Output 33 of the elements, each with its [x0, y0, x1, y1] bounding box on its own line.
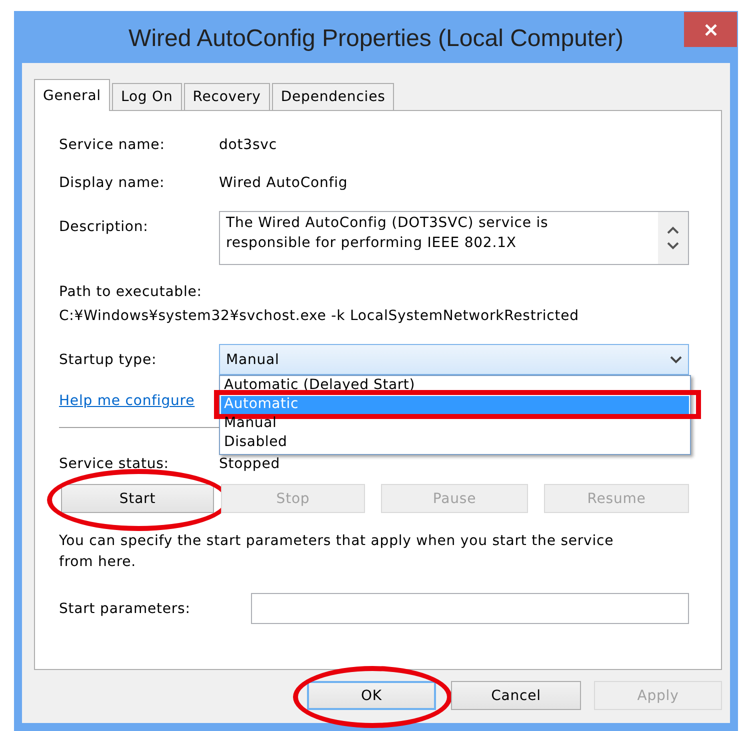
close-button[interactable]: [684, 12, 737, 47]
field-label: Description:: [59, 218, 150, 237]
tab[interactable]: Log On: [112, 83, 182, 110]
dropdown-option[interactable]: Automatic (Delayed Start): [221, 377, 689, 396]
field-value: Wired AutoConfig: [219, 175, 348, 191]
tab[interactable]: Recovery: [184, 83, 270, 110]
window-title: Wired AutoConfig Properties (Local Computer): [128, 24, 624, 53]
tab[interactable]: Dependencies: [272, 83, 394, 110]
close-icon: [704, 22, 718, 36]
start-parameters-field[interactable]: [251, 593, 689, 624]
chevron-down-icon: [670, 356, 682, 364]
dialog-button[interactable]: Cancel: [451, 681, 581, 710]
status-value: Stopped: [219, 456, 280, 472]
dropdown-option[interactable]: Disabled: [221, 434, 689, 453]
dropdown-option[interactable]: Manual: [221, 415, 689, 434]
help-link[interactable]: Help me configure: [59, 393, 195, 409]
field-label: Path to executable:: [59, 284, 202, 300]
dialog-button[interactable]: OK: [307, 681, 436, 710]
field-label: Service status:: [59, 456, 170, 472]
startup-type-dropdown[interactable]: Manual: [219, 344, 689, 375]
description-text: The Wired AutoConfig (DOT3SVC) service is: [226, 214, 550, 233]
field-label: Startup type:: [59, 352, 158, 368]
service-button[interactable]: Start: [61, 484, 214, 513]
field-value: dot3svc: [219, 137, 277, 153]
hint-text: You can specify the start parameters that apply when you start the service from here.: [59, 532, 615, 572]
field-label: Start parameters:: [59, 600, 192, 616]
path-text: C:¥Windows¥system32¥svchost.exe -k LocalSystemNetworkRestricted: [59, 308, 579, 324]
description-text: responsible for performing IEEE 802.1X: [226, 234, 518, 253]
tab[interactable]: General: [34, 79, 110, 111]
scroll-down-icon[interactable]: [667, 242, 679, 250]
field-label: Service name:: [59, 137, 166, 153]
scroll-up-icon[interactable]: [667, 226, 679, 234]
field-label: Display name:: [59, 175, 166, 191]
